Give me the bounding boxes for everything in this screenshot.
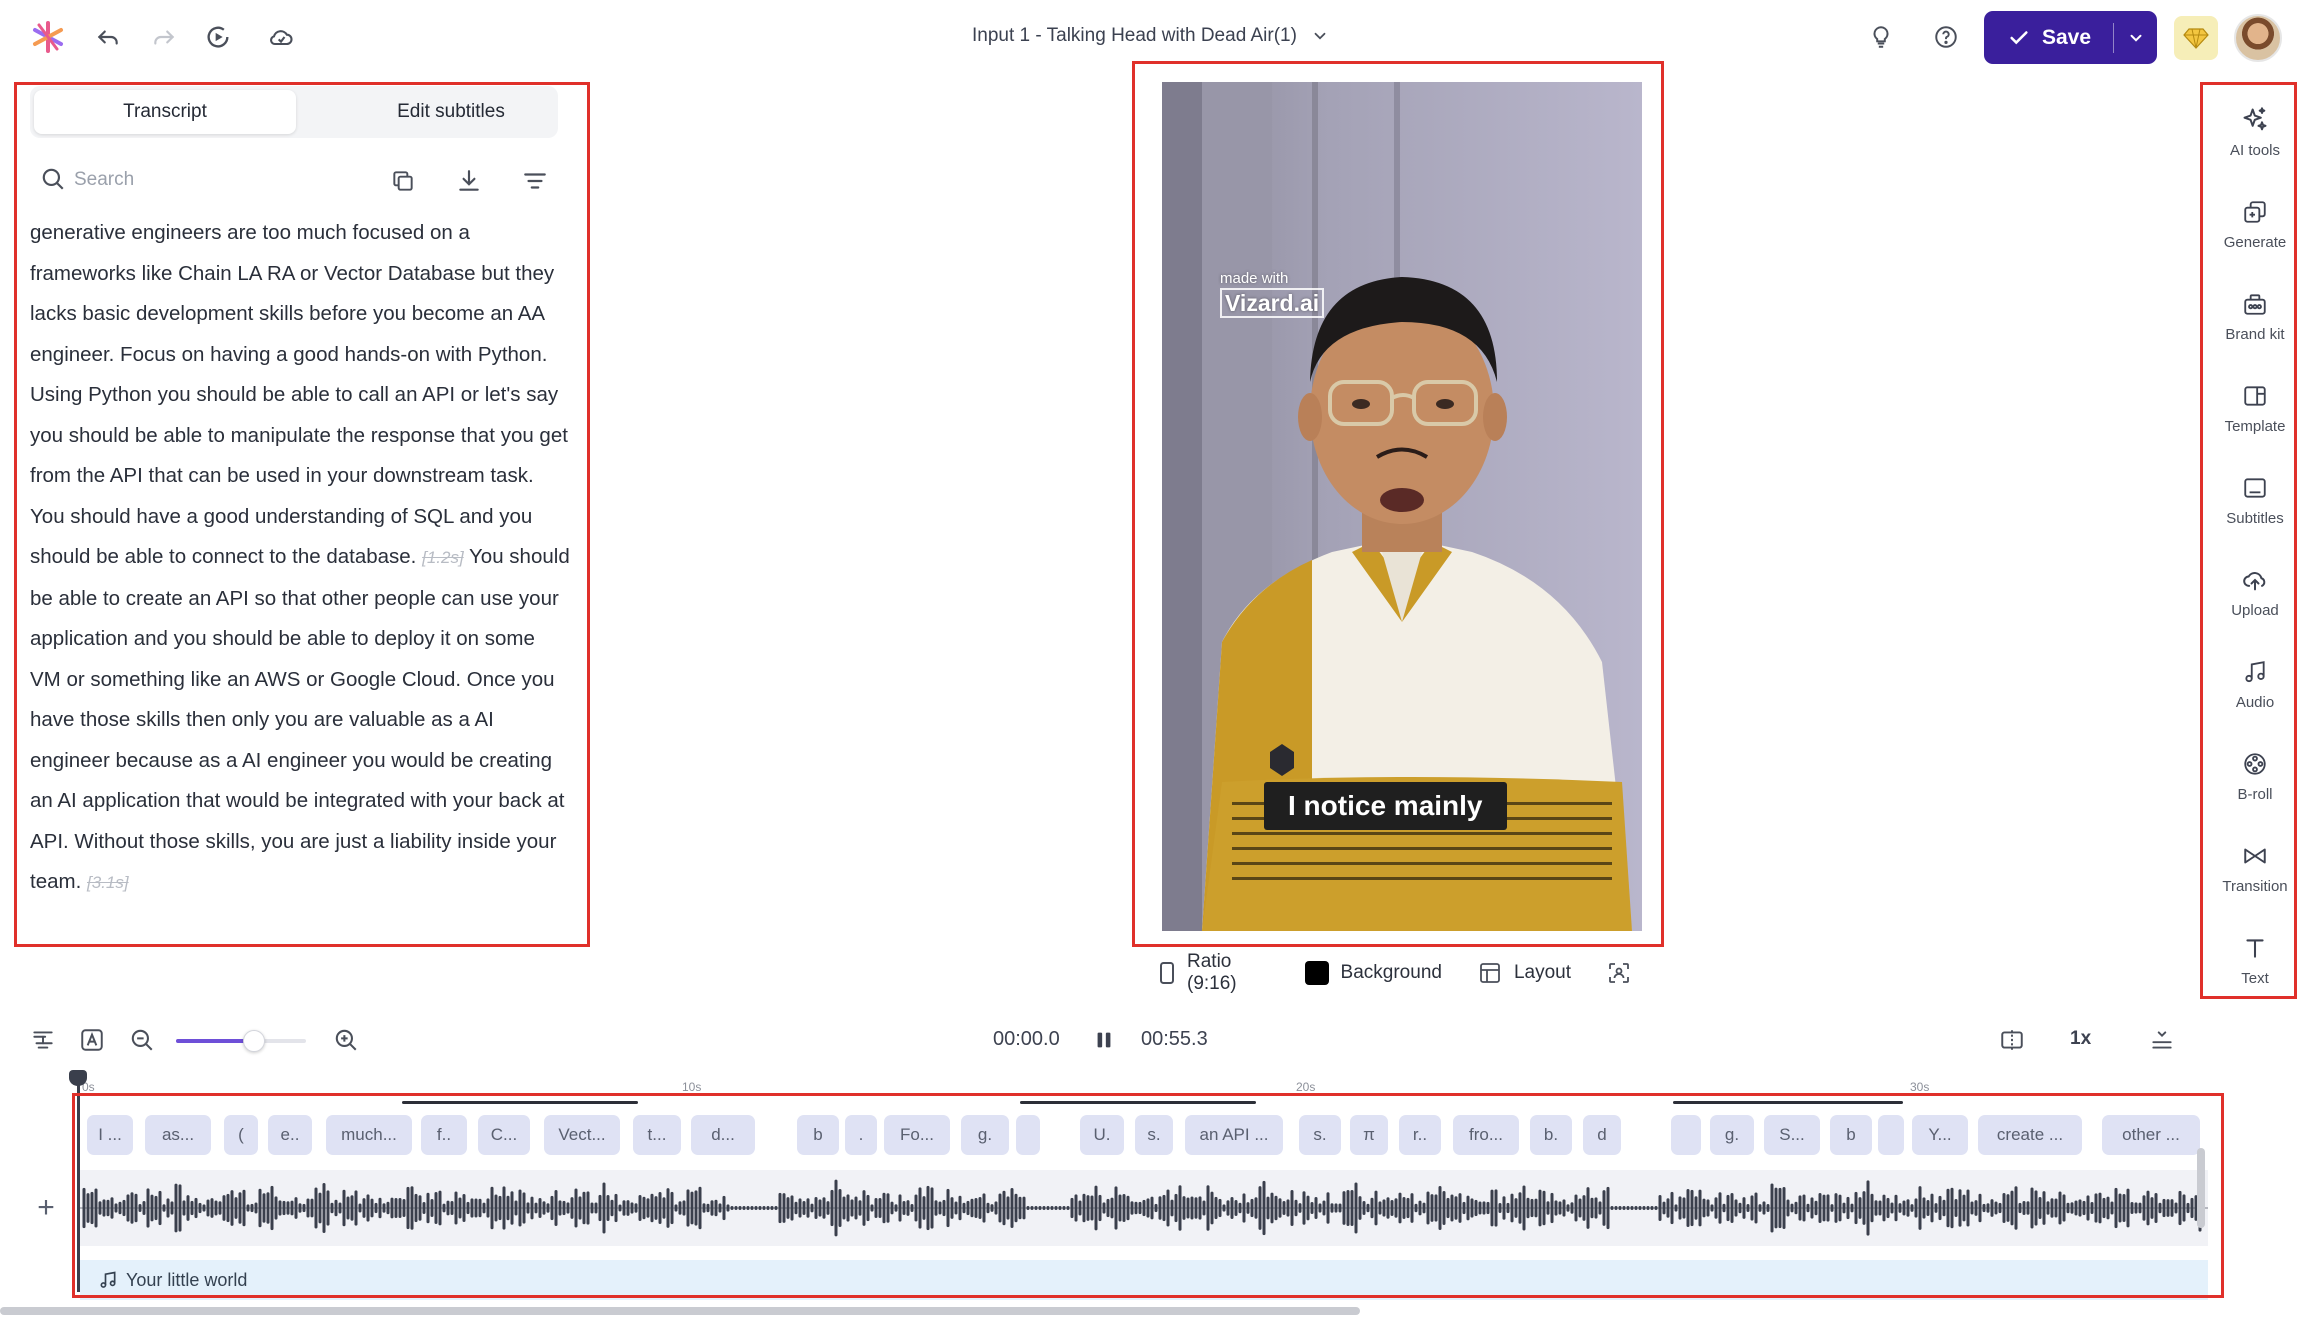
focus-frame-icon [1607,961,1631,985]
sidebar-item-label: Template [2224,418,2286,435]
sidebar-item-b-roll[interactable]: B-roll [2200,738,2310,808]
sidebar-item-subtitles[interactable]: Subtitles [2200,462,2310,532]
save-button-group: Save [1984,11,2157,64]
ruler-label: 20s [1296,1080,1316,1094]
collapse-timeline-icon[interactable] [2146,1024,2178,1056]
brand-kit-icon [2239,288,2271,320]
sidebar-item-label: Brand kit [2225,326,2285,343]
project-title-text: Input 1 - Talking Head with Dead Air(1) [972,25,1297,46]
download-icon[interactable] [454,166,484,196]
ruler-label: 10s [682,1080,702,1094]
generate-icon [2239,196,2271,228]
zoom-in-icon[interactable] [330,1024,362,1056]
total-duration: 00:55.3 [1141,1028,1208,1050]
ratio-label: Ratio (9:16) [1187,951,1237,994]
sidebar-item-generate[interactable]: Generate [2200,186,2310,256]
layout-icon [1478,961,1502,985]
sidebar-item-label: Text [2241,970,2269,987]
watermark-caption: made with [1220,270,1289,287]
subtitles-icon [2239,472,2271,504]
save-options-button[interactable] [2114,11,2157,64]
split-icon[interactable] [1996,1024,2028,1056]
video-preview[interactable]: made with Vizard.ai I notice mainly [1162,82,1642,931]
sidebar-item-brand-kit[interactable]: Brand kit [2200,278,2310,348]
save-button[interactable]: Save [1984,11,2113,64]
sidebar-item-text[interactable]: Text [2200,922,2310,992]
help-icon[interactable] [1929,20,1963,54]
sidebar-item-label: Audio [2235,694,2275,711]
project-title[interactable]: Input 1 - Talking Head with Dead Air(1) [972,25,1329,47]
sidebar-item-template[interactable]: Template [2200,370,2310,440]
playback-speed-button[interactable]: 1x [2070,1028,2091,1050]
sparkles-icon [2239,104,2271,136]
filter-icon[interactable] [520,166,550,196]
chevron-down-icon [2127,29,2145,47]
sidebar-item-label: B-roll [2237,786,2273,803]
auto-caption-icon[interactable] [76,1024,108,1056]
sidebar-item-ai-tools[interactable]: AI tools [2200,94,2310,164]
transcript-segment[interactable]: You should be able to create an API so t… [30,545,570,893]
music-note-icon [2239,656,2271,688]
search-icon [40,166,66,192]
premium-diamond-button[interactable] [2174,16,2218,60]
phone-ratio-icon [1159,961,1175,985]
layout-button[interactable]: Layout [1478,961,1571,985]
sidebar-item-transition[interactable]: Transition [2200,830,2310,900]
chevron-down-icon [1311,27,1329,45]
sidebar-item-label: Upload [2231,602,2279,619]
pause-marker[interactable]: [3.1s] [87,873,129,892]
logo-icon[interactable] [31,20,65,54]
undo-icon[interactable] [91,20,125,54]
text-t-icon [2239,932,2271,964]
preview-play-icon[interactable] [201,20,235,54]
current-time: 00:00.0 [993,1028,1060,1050]
background-button[interactable]: Background [1304,961,1442,985]
background-color-swatch [1304,961,1329,985]
tab-transcript[interactable]: Transcript [34,90,296,134]
pause-icon[interactable] [1088,1024,1120,1056]
diamond-icon [2183,26,2209,50]
video-controls: Ratio (9:16) Background Layout [1137,950,1667,996]
transcript-tabs: Transcript Edit subtitles [30,86,558,138]
pause-marker[interactable]: [1.2s] [422,548,464,567]
checkmark-icon [2008,27,2030,49]
captions-track-icon[interactable] [27,1024,59,1056]
copy-icon[interactable] [388,166,418,196]
ratio-button[interactable]: Ratio (9:16) [1159,951,1269,995]
watermark-brand: Vizard.ai [1220,288,1325,318]
transition-bowtie-icon [2239,840,2271,872]
zoom-slider[interactable] [176,1030,306,1052]
zoom-slider-thumb[interactable] [243,1030,265,1052]
add-track-button[interactable]: + [26,1188,66,1228]
sidebar-item-label: Transition [2222,878,2288,895]
film-reel-icon [2239,748,2271,780]
lightbulb-icon[interactable] [1864,20,1898,54]
save-label: Save [2042,25,2092,49]
subtitle-caption[interactable]: I notice mainly [1264,782,1507,830]
template-icon [2239,380,2271,412]
sidebar-item-label: Generate [2223,234,2287,251]
transcript-text[interactable]: generative engineers are too much focuse… [30,213,570,941]
ruler-label: 30s [1910,1080,1930,1094]
timeline-vertical-scrollbar[interactable] [2197,1148,2205,1228]
sidebar-item-label: Subtitles [2226,510,2284,527]
sidebar-item-audio[interactable]: Audio [2200,646,2310,716]
timeline-highlight [72,1093,2224,1298]
sidebar-item-label: AI tools [2229,142,2281,159]
layout-label: Layout [1513,962,1571,983]
timeline-horizontal-scrollbar[interactable] [0,1307,1360,1315]
upload-cloud-icon [2239,564,2271,596]
background-label: Background [1340,962,1442,983]
sidebar-item-upload[interactable]: Upload [2200,554,2310,624]
focus-button[interactable] [1607,961,1631,985]
transcript-segment[interactable]: generative engineers are too much focuse… [30,221,568,568]
avatar[interactable] [2234,14,2282,62]
search-input[interactable] [74,164,374,196]
tab-edit-subtitles[interactable]: Edit subtitles [320,90,582,134]
cloud-sync-icon[interactable] [264,20,298,54]
redo-icon[interactable] [147,20,181,54]
zoom-out-icon[interactable] [126,1024,158,1056]
transcript-toolbar [30,160,560,200]
